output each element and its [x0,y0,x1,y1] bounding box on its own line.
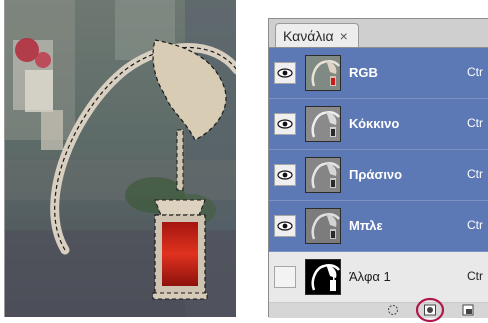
channel-list: RGB Ctr Κόκκινο Ctr Πράσινο Ctr Μπλε Ctr… [269,48,488,303]
save-selection-as-channel-icon[interactable] [415,297,445,323]
panel-tab-bar: Κανάλια × [269,19,488,48]
visibility-toggle[interactable] [274,164,296,186]
visibility-toggle[interactable] [274,266,296,288]
channel-shortcut: Ctr [467,218,483,232]
channel-row-rgb[interactable]: RGB Ctr [269,48,488,99]
channel-shortcut: Ctr [467,167,483,181]
document-canvas[interactable] [4,0,236,317]
close-icon[interactable]: × [340,29,348,43]
channel-name: Μπλε [349,218,383,233]
eye-icon [277,221,293,231]
panel-footer [269,297,488,323]
channel-thumbnail [305,259,341,295]
eye-icon [277,170,293,180]
visibility-toggle[interactable] [274,62,296,84]
eye-icon [277,68,293,78]
photo-image [5,0,236,317]
channel-row-alpha-1[interactable]: Άλφα 1 Ctr [269,252,488,303]
channel-shortcut: Ctr [467,116,483,130]
tab-channels[interactable]: Κανάλια × [275,23,359,47]
channel-thumbnail [305,208,341,244]
visibility-toggle[interactable] [274,215,296,237]
visibility-toggle[interactable] [274,113,296,135]
channel-shortcut: Ctr [467,65,483,79]
eye-icon [277,119,293,129]
channel-row-red[interactable]: Κόκκινο Ctr [269,99,488,150]
channel-row-green[interactable]: Πράσινο Ctr [269,150,488,201]
channel-name: Πράσινο [349,167,403,182]
tab-channels-label: Κανάλια [283,27,334,44]
channel-name: Κόκκινο [349,116,400,131]
load-selection-icon[interactable] [387,304,399,316]
channel-name: Άλφα 1 [349,269,391,284]
lantern-glass [162,222,198,286]
channel-shortcut: Ctr [467,269,483,283]
channel-name: RGB [349,65,378,80]
channel-thumbnail [305,106,341,142]
channel-thumbnail [305,55,341,91]
channels-panel: Κανάλια × RGB Ctr Κόκκινο Ctr Πράσινο Ct… [268,18,488,323]
channel-row-blue[interactable]: Μπλε Ctr [269,201,488,252]
channel-thumbnail [305,157,341,193]
thumbnail-accent [331,78,335,85]
new-channel-icon[interactable] [461,303,475,317]
